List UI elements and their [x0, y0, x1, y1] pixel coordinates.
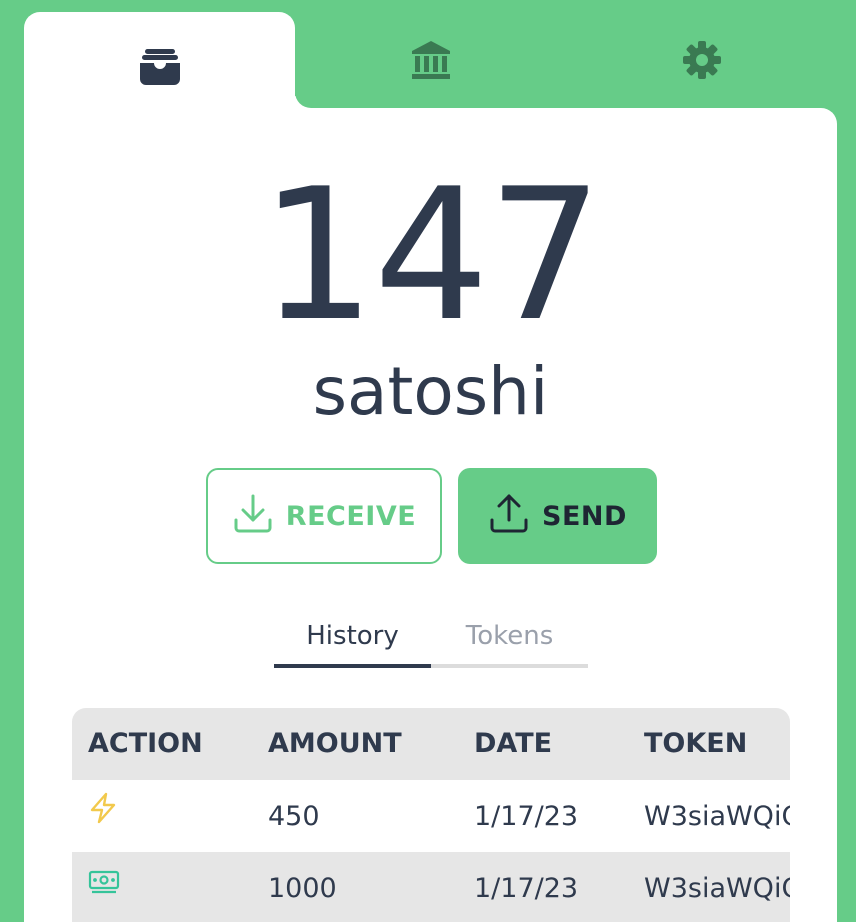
download-icon [232, 492, 274, 541]
table-row[interactable]: 450 1/17/23 W3siaWQiO [72, 780, 790, 852]
history-tokens-tabs: History Tokens [274, 608, 588, 668]
tab-wallet[interactable] [24, 12, 295, 122]
header-date[interactable]: DATE [474, 708, 552, 780]
balance-amount: 147 [259, 149, 603, 361]
row-amount: 450 [268, 801, 320, 832]
table-row[interactable]: 1000 1/17/23 W3siaWQiO [72, 852, 790, 922]
header-action[interactable]: ACTION [88, 708, 203, 780]
upload-icon [488, 492, 530, 541]
row-token: W3siaWQiO [644, 873, 790, 904]
bank-icon [411, 40, 451, 80]
header-amount[interactable]: AMOUNT [268, 708, 402, 780]
history-table: ACTION AMOUNT DATE TOKEN 450 1/17/23 W3s… [72, 708, 790, 922]
receive-button[interactable]: RECEIVE [206, 468, 442, 564]
receive-label: RECEIVE [285, 500, 417, 532]
tab-bank[interactable] [295, 12, 566, 108]
lightning-icon [88, 779, 118, 853]
table-header: ACTION AMOUNT DATE TOKEN [72, 708, 790, 780]
header-token[interactable]: TOKEN [644, 708, 747, 780]
row-action [88, 852, 120, 922]
tab-tokens[interactable]: Tokens [431, 608, 588, 668]
tab-settings[interactable] [566, 12, 837, 108]
send-button[interactable]: SEND [458, 468, 657, 564]
tab-history[interactable]: History [274, 608, 431, 668]
balance-unit: satoshi [312, 353, 549, 430]
cash-icon [88, 851, 120, 922]
row-amount: 1000 [268, 873, 337, 904]
wallet-card: 147 satoshi RECEIVE SEND History Tokens … [24, 108, 837, 922]
row-date: 1/17/23 [474, 801, 579, 832]
row-token: W3siaWQiO [644, 801, 790, 832]
row-date: 1/17/23 [474, 873, 579, 904]
top-nav [24, 12, 837, 122]
wallet-icon [139, 49, 180, 85]
send-label: SEND [542, 500, 627, 532]
gear-icon [682, 40, 722, 80]
row-action [88, 780, 118, 852]
